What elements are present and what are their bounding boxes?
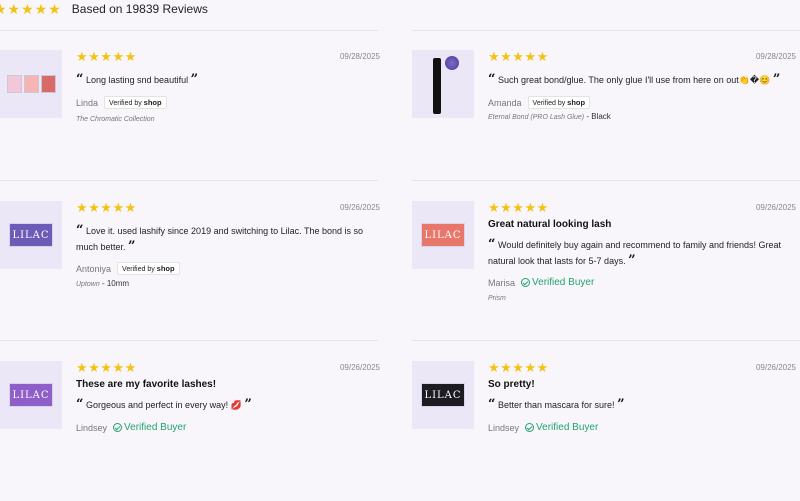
product-thumbnail[interactable]: LILAC — [0, 201, 62, 269]
review-date: 09/26/2025 — [755, 363, 796, 372]
author-row: Lindsey Verified Buyer — [488, 422, 598, 433]
review-date: 09/28/2025 — [339, 52, 380, 61]
verified-buyer-badge: Verified Buyer — [113, 422, 186, 433]
product-name[interactable]: Uptown - 10mm — [76, 279, 129, 288]
review-title: These are my favorite lashes! — [76, 379, 217, 390]
review-date: 09/28/2025 — [755, 52, 796, 61]
reviewer-name: Marisa — [488, 277, 516, 288]
review-stars: ★★★★★ — [76, 360, 137, 375]
verified-by-shop-badge: Verified by shop — [104, 96, 167, 109]
review-card: ★★★★★ 09/28/2025 “ Long lasting snd beau… — [0, 50, 388, 190]
divider — [0, 30, 378, 31]
lilac-box-image: LILAC — [421, 383, 465, 407]
review-text: Better than mascara for sure! — [498, 400, 615, 410]
product-name[interactable]: Eternal Bond (PRO Lash Glue) - Black — [488, 112, 611, 121]
reviews-count: Based on 19839 Reviews — [71, 2, 208, 16]
author-row: Lindsey Verified Buyer — [76, 422, 186, 433]
close-quote: ” — [190, 72, 199, 87]
open-quote: “ — [488, 397, 496, 412]
close-quote: ” — [244, 397, 252, 412]
review-title: So pretty! — [488, 379, 535, 390]
product-name[interactable]: Prism — [488, 295, 506, 302]
lilac-box-image: LILAC — [421, 223, 465, 247]
open-quote: “ — [76, 72, 84, 87]
review-title: Great natural looking lash — [488, 219, 612, 230]
close-quote: ” — [617, 397, 625, 412]
review-date: 09/26/2025 — [339, 363, 380, 372]
check-circle-icon — [521, 278, 531, 287]
review-text: Long lasting snd beautiful — [86, 75, 189, 85]
author-row: Antoniya Verified by shop — [76, 262, 180, 275]
review-stars: ★★★★★ — [76, 49, 137, 64]
review-text: Such great bond/glue. The only glue I'll… — [498, 75, 771, 85]
product-thumbnail[interactable] — [0, 50, 62, 118]
review-card: LILAC ★★★★★ 09/26/2025 These are my favo… — [0, 361, 388, 501]
review-stars: ★★★★★ — [76, 200, 137, 215]
review-text: Gorgeous and perfect in every way! 💋 — [86, 400, 242, 410]
rating-summary: ★★★★★ Based on 19839 Reviews — [0, 0, 208, 18]
review-stars: ★★★★★ — [488, 49, 549, 64]
check-circle-icon — [113, 423, 123, 432]
product-thumbnail[interactable]: LILAC — [412, 201, 474, 269]
review-card: LILAC ★★★★★ 09/26/2025 So pretty! “ Bett… — [412, 361, 800, 501]
open-quote: “ — [76, 397, 84, 412]
review-body: “ Better than mascara for sure! ” — [488, 397, 784, 413]
review-body: “ Long lasting snd beautiful ” — [76, 72, 372, 88]
verified-by-shop-badge: Verified by shop — [527, 96, 591, 109]
review-text: Love it. used lashify since 2019 and swi… — [76, 226, 364, 252]
open-quote: “ — [488, 72, 496, 87]
open-quote: “ — [76, 223, 84, 238]
reviewer-name: Amanda — [488, 97, 522, 108]
glue-tube-image — [423, 54, 463, 114]
author-row: Linda Verified by shop — [76, 96, 167, 109]
reviewer-name: Lindsey — [488, 422, 520, 433]
review-card: LILAC ★★★★★ 09/26/2025 Great natural loo… — [412, 201, 800, 341]
product-thumbnail[interactable] — [412, 50, 474, 118]
author-row: Marisa Verified Buyer — [488, 277, 594, 288]
close-quote: ” — [628, 253, 636, 268]
verified-by-shop-badge: Verified by shop — [117, 262, 180, 275]
review-body: “ Gorgeous and perfect in every way! 💋 ” — [76, 397, 372, 413]
lilac-box-image: LILAC — [9, 223, 53, 247]
review-stars: ★★★★★ — [488, 360, 549, 375]
reviewer-name: Antoniya — [76, 263, 112, 274]
summary-stars: ★★★★★ — [0, 0, 62, 17]
reviewer-name: Linda — [76, 97, 99, 108]
close-quote: ” — [772, 72, 781, 87]
review-body: “ Love it. used lashify since 2019 and s… — [76, 223, 372, 255]
product-name[interactable]: The Chromatic Collection — [76, 114, 155, 123]
author-row: Amanda Verified by shop — [488, 96, 591, 109]
review-body: “ Such great bond/glue. The only glue I'… — [488, 72, 788, 88]
reviewer-name: Lindsey — [76, 422, 108, 433]
verified-buyer-badge: Verified Buyer — [525, 422, 598, 433]
review-card: LILAC ★★★★★ 09/26/2025 “ Love it. used l… — [0, 201, 388, 341]
review-card: ★★★★★ 09/28/2025 “ Such great bond/glue.… — [412, 50, 800, 190]
review-date: 09/26/2025 — [339, 203, 380, 212]
divider — [412, 30, 800, 31]
lilac-box-image: LILAC — [9, 383, 53, 407]
open-quote: “ — [488, 237, 496, 252]
review-date: 09/26/2025 — [755, 203, 796, 212]
review-body: “ Would definitely buy again and recomme… — [488, 237, 788, 269]
product-thumbnail[interactable]: LILAC — [412, 361, 474, 429]
product-thumbnail[interactable]: LILAC — [0, 361, 62, 429]
review-stars: ★★★★★ — [488, 200, 549, 215]
close-quote: ” — [128, 239, 136, 254]
verified-buyer-badge: Verified Buyer — [521, 277, 594, 288]
check-circle-icon — [525, 423, 535, 432]
